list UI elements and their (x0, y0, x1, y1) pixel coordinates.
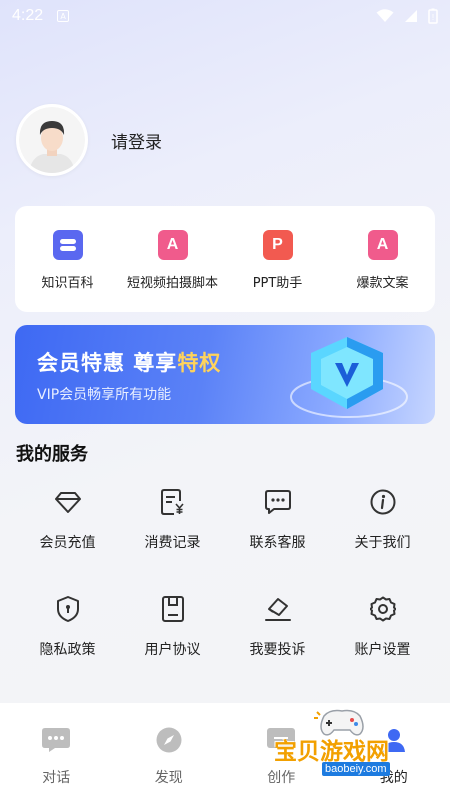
tool-ppt[interactable]: P PPT助手 (225, 206, 330, 312)
service-support[interactable]: 联系客服 (225, 476, 330, 583)
default-avatar-icon (19, 107, 85, 173)
ppt-icon: P (262, 230, 293, 260)
vip-banner[interactable]: 会员特惠 尊享特权 VIP会员畅享所有功能 (15, 325, 435, 424)
complaint-icon (264, 595, 292, 623)
login-link[interactable]: 请登录 (111, 128, 162, 153)
service-label: 我要投诉 (249, 642, 306, 658)
service-complaint[interactable]: 我要投诉 (225, 583, 330, 690)
profile-header[interactable]: 请登录 (16, 104, 162, 176)
diamond-icon (54, 488, 82, 516)
tool-label: 爆款文案 (356, 276, 409, 291)
chat-dots-icon (264, 488, 292, 516)
doc-a-icon: A (367, 230, 398, 260)
tool-copywriting[interactable]: A 爆款文案 (330, 206, 435, 312)
compass-icon (156, 727, 182, 757)
doc-a-icon: A (157, 230, 188, 260)
service-label: 关于我们 (354, 535, 411, 551)
services-title: 我的服务 (16, 444, 88, 465)
watermark-text: 宝贝游戏网 (274, 739, 389, 765)
service-about[interactable]: 关于我们 (330, 476, 435, 583)
service-label: 会员充值 (39, 535, 96, 551)
site-watermark: 宝贝游戏网 baobeiy.com (272, 706, 422, 786)
service-label: 用户协议 (144, 642, 201, 658)
notification-icon: A (57, 10, 70, 22)
service-label: 账户设置 (354, 642, 411, 658)
tool-label: 知识百科 (41, 276, 94, 291)
status-bar: 4:22 A ! (0, 0, 450, 32)
tool-video-script[interactable]: A 短视频拍摄脚本 (120, 206, 225, 312)
info-icon (369, 488, 397, 516)
avatar[interactable] (16, 104, 88, 176)
service-label: 联系客服 (249, 535, 306, 551)
tab-label: 发现 (154, 770, 183, 786)
services-grid: 会员充值 消费记录 联系客服 关于我们 隐私政策 用户协议 我要投诉 账户设置 (15, 476, 435, 690)
service-recharge[interactable]: 会员充值 (15, 476, 120, 583)
service-privacy[interactable]: 隐私政策 (15, 583, 120, 690)
tool-label: 短视频拍摄脚本 (126, 276, 218, 291)
gear-icon (369, 595, 397, 623)
tool-label: PPT助手 (252, 276, 303, 291)
chat-bubble-icon (41, 727, 71, 757)
receipt-yen-icon (159, 488, 187, 516)
status-time: 4:22 (12, 7, 44, 24)
svg-text:!: ! (432, 13, 434, 22)
service-settings[interactable]: 账户设置 (330, 583, 435, 690)
tab-discover[interactable]: 发现 (113, 703, 226, 800)
tool-encyclopedia[interactable]: 知识百科 (15, 206, 120, 312)
service-agreement[interactable]: 用户协议 (120, 583, 225, 690)
shield-icon (54, 595, 82, 623)
tab-chat[interactable]: 对话 (0, 703, 113, 800)
wifi-icon (376, 9, 394, 22)
service-records[interactable]: 消费记录 (120, 476, 225, 583)
vip-title: 会员特惠 尊享特权 (37, 351, 222, 375)
battery-icon: ! (428, 8, 438, 24)
tools-card: 知识百科 A 短视频拍摄脚本 P PPT助手 A 爆款文案 (15, 206, 435, 312)
service-label: 隐私政策 (39, 642, 96, 658)
vip-subtitle: VIP会员畅享所有功能 (37, 387, 172, 403)
vip-badge-icon (290, 337, 408, 418)
watermark-url: baobeiy.com (322, 762, 390, 776)
signal-icon (405, 10, 417, 22)
encyclopedia-icon (52, 230, 83, 260)
tab-label: 对话 (42, 770, 71, 786)
service-label: 消费记录 (144, 535, 201, 551)
document-icon (159, 595, 187, 623)
